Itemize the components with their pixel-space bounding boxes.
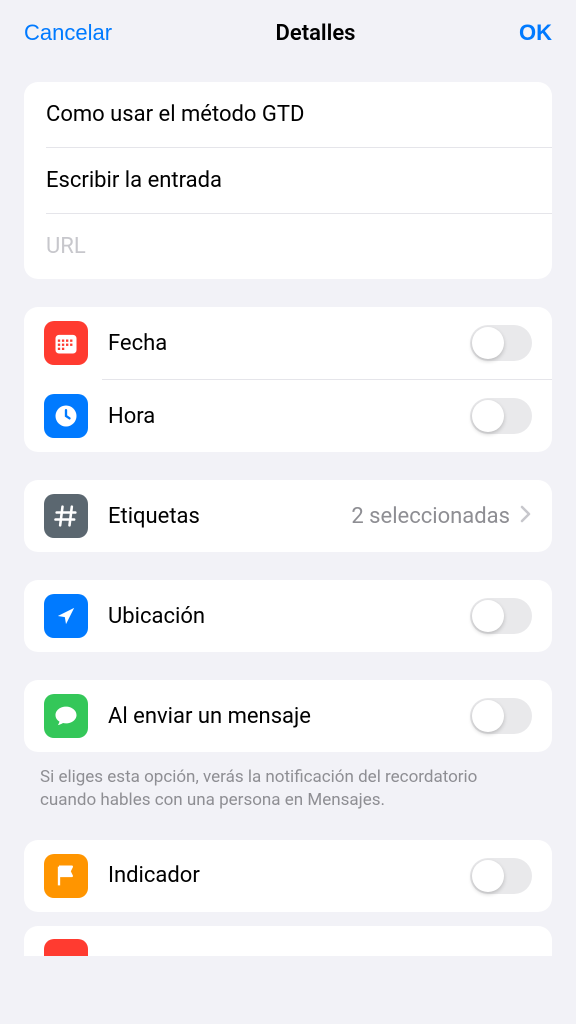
messaging-row[interactable]: Al enviar un mensaje <box>24 680 552 752</box>
tags-section: Etiquetas 2 seleccionadas <box>24 480 552 552</box>
page-title: Detalles <box>276 21 356 46</box>
location-arrow-icon <box>44 594 88 638</box>
location-label: Ubicación <box>108 604 470 629</box>
message-icon <box>44 694 88 738</box>
flag-row[interactable]: Indicador <box>24 840 552 912</box>
url-input[interactable]: URL <box>24 214 552 279</box>
title-input[interactable]: Como usar el método GTD <box>24 82 552 147</box>
time-toggle[interactable] <box>470 398 532 434</box>
location-row[interactable]: Ubicación <box>24 580 552 652</box>
chevron-right-icon <box>520 504 532 528</box>
tags-value: 2 seleccionadas <box>351 504 510 529</box>
date-row[interactable]: Fecha <box>24 307 552 379</box>
time-label: Hora <box>108 404 470 429</box>
partial-icon <box>44 939 88 956</box>
calendar-icon <box>44 321 88 365</box>
title-section: Como usar el método GTD Escribir la entr… <box>24 82 552 279</box>
messaging-section: Al enviar un mensaje <box>24 680 552 752</box>
notes-input[interactable]: Escribir la entrada <box>24 148 552 213</box>
date-label: Fecha <box>108 331 470 356</box>
flag-toggle[interactable] <box>470 858 532 894</box>
partial-next-section <box>24 926 552 956</box>
tags-label: Etiquetas <box>108 504 351 529</box>
hashtag-icon <box>44 494 88 538</box>
location-section: Ubicación <box>24 580 552 652</box>
location-toggle[interactable] <box>470 598 532 634</box>
flag-icon <box>44 854 88 898</box>
flag-section: Indicador <box>24 840 552 912</box>
messaging-toggle[interactable] <box>470 698 532 734</box>
flag-label: Indicador <box>108 863 470 888</box>
date-toggle[interactable] <box>470 325 532 361</box>
time-row[interactable]: Hora <box>24 380 552 452</box>
cancel-button[interactable]: Cancelar <box>24 20 112 46</box>
ok-button[interactable]: OK <box>519 20 552 46</box>
header: Cancelar Detalles OK <box>0 0 576 70</box>
clock-icon <box>44 394 88 438</box>
messaging-label: Al enviar un mensaje <box>108 704 470 729</box>
messaging-footer-text: Si eliges esta opción, verás la notifica… <box>0 766 576 840</box>
tags-row[interactable]: Etiquetas 2 seleccionadas <box>24 480 552 552</box>
datetime-section: Fecha Hora <box>24 307 552 452</box>
